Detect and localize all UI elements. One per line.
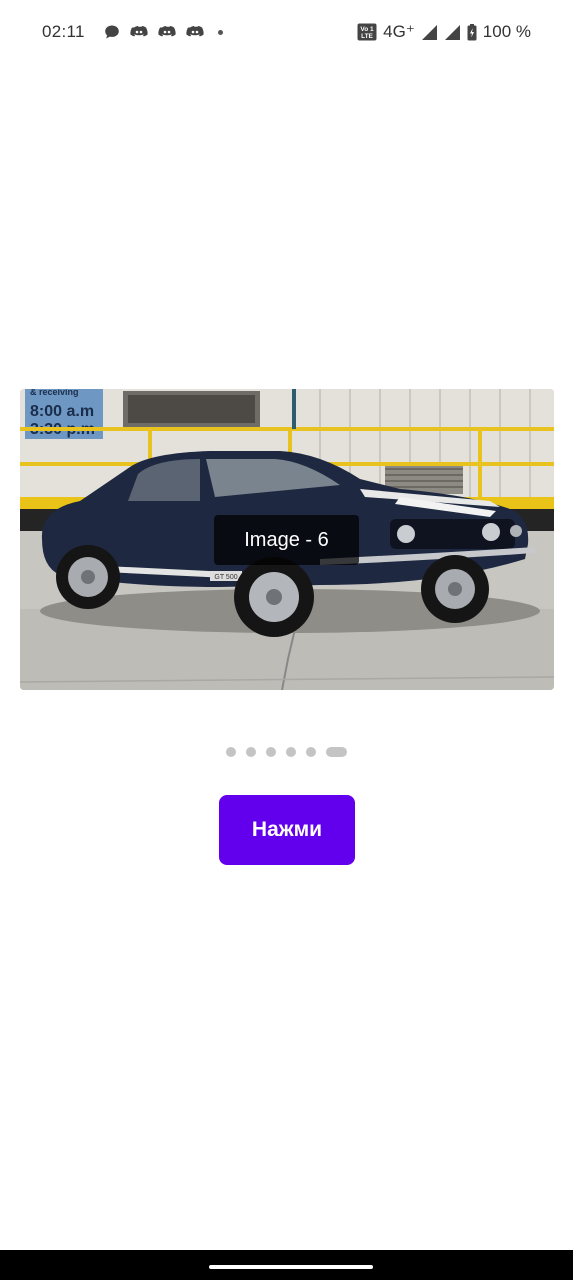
image-carousel[interactable]: & receiving 8:00 a.m 3:30 p.m GT 500 Ima… — [20, 389, 554, 690]
navigation-bar — [0, 1250, 573, 1280]
pager-dot[interactable] — [306, 747, 316, 757]
pager-dot-active[interactable] — [326, 747, 347, 757]
discord-icon — [130, 24, 148, 40]
system-icons: Vo 1 LTE 4G⁺ 100 % — [357, 22, 531, 42]
notification-icons — [104, 24, 223, 40]
svg-text:Vo 1: Vo 1 — [361, 26, 375, 33]
home-gesture-handle[interactable] — [209, 1265, 373, 1269]
more-dot-icon — [218, 29, 223, 35]
pager-dot[interactable] — [226, 747, 236, 757]
volte-icon: Vo 1 LTE — [357, 23, 377, 41]
signal-icon — [421, 24, 438, 41]
sign-text-1: & receiving — [30, 389, 79, 397]
pager-dot[interactable] — [266, 747, 276, 757]
svg-text:LTE: LTE — [361, 33, 373, 40]
pager-dot[interactable] — [246, 747, 256, 757]
status-time: 02:11 — [42, 22, 85, 41]
pager-dot[interactable] — [286, 747, 296, 757]
sign-text-2: 8:00 a.m — [30, 403, 94, 420]
carousel-pager — [226, 747, 347, 757]
network-type: 4G⁺ — [383, 22, 415, 41]
battery-level: 100 % — [482, 22, 531, 41]
chat-bubble-icon — [104, 24, 120, 40]
press-button[interactable]: Нажми — [219, 795, 355, 865]
discord-icon — [158, 24, 176, 40]
car-badge-text: GT 500 — [214, 574, 237, 581]
image-caption: Image - 6 — [214, 515, 359, 565]
battery-icon — [467, 23, 477, 41]
signal-icon — [444, 24, 461, 41]
discord-icon — [186, 24, 204, 40]
status-bar: 02:11 Vo 1 LTE 4G⁺ 100 % — [0, 0, 573, 66]
